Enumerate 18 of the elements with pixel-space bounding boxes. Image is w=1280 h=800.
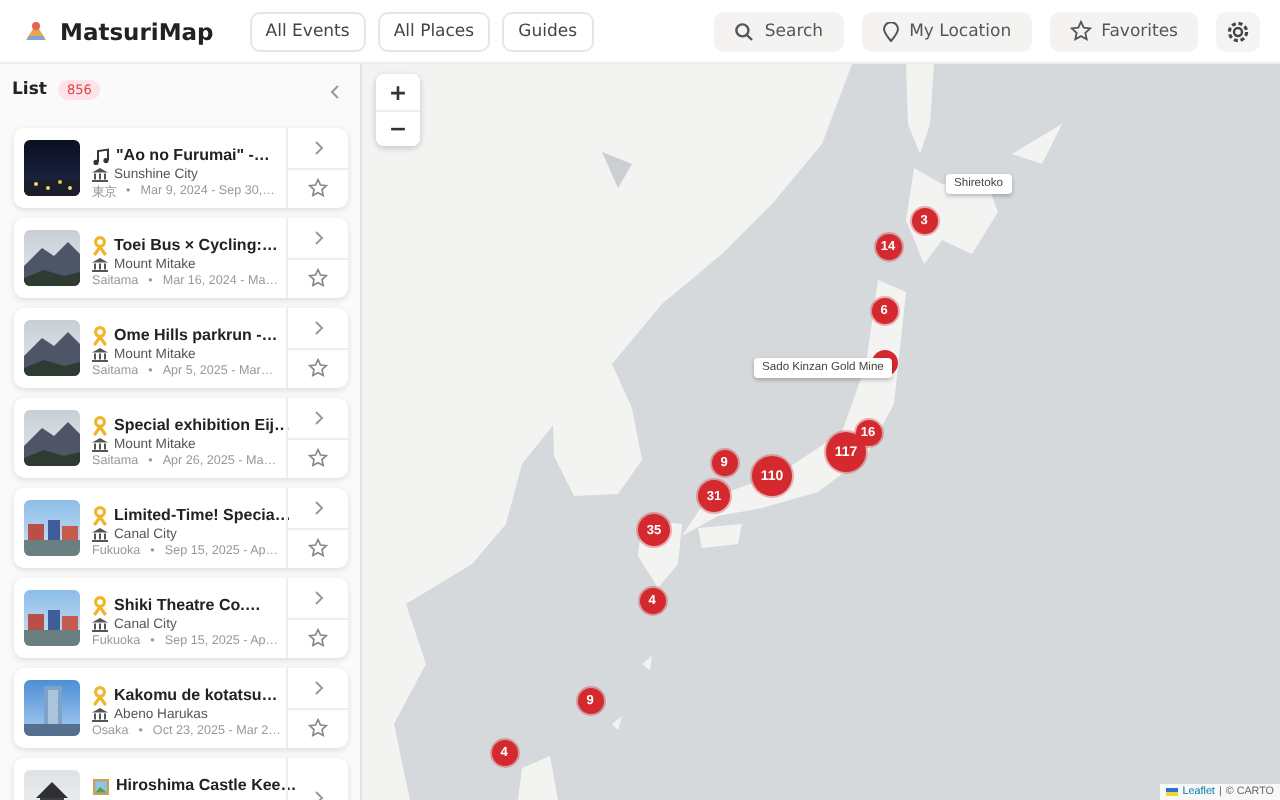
event-title: Ome Hills parkrun -… xyxy=(114,326,278,346)
zoom-out-button[interactable]: − xyxy=(376,110,420,146)
event-title: Kakomu de kotatsu… xyxy=(114,686,278,706)
event-title: Toei Bus × Cycling:… xyxy=(114,236,278,256)
location-button[interactable]: My Location xyxy=(861,11,1032,51)
event-title: "Ao no Furumai" -… xyxy=(116,146,270,166)
app-name: MatsuriMap xyxy=(60,17,214,45)
event-title: Special exhibition Eij… xyxy=(114,416,291,436)
nav-button[interactable]: All Events xyxy=(249,11,366,51)
event-title: Shiki Theatre Co.… xyxy=(114,596,261,616)
nav-button[interactable]: Guides xyxy=(502,11,593,51)
favorites-button[interactable]: Favorites xyxy=(1049,11,1198,51)
event-title: Hiroshima Castle Kee… xyxy=(116,776,297,796)
zoom-in-button[interactable]: + xyxy=(376,74,420,110)
search-button[interactable]: Search xyxy=(714,11,844,51)
event-title: Limited-Time! Specia… xyxy=(114,506,291,526)
nav-button[interactable]: All Places xyxy=(377,11,491,51)
list-title: List xyxy=(12,80,47,100)
